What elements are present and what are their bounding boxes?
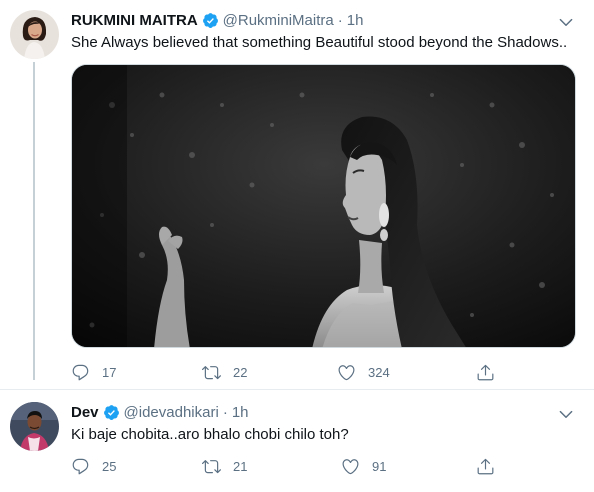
verified-badge-icon: [103, 404, 120, 421]
retweet-count: 21: [233, 458, 248, 474]
tweet-photo[interactable]: [71, 64, 576, 348]
more-options-icon[interactable]: [556, 12, 576, 32]
author-name[interactable]: Dev: [71, 404, 99, 421]
like-count: 91: [372, 458, 387, 474]
more-options-icon[interactable]: [556, 404, 576, 424]
share-button[interactable]: [476, 361, 495, 383]
share-icon: [477, 364, 494, 380]
retweet-button[interactable]: 21: [202, 455, 247, 477]
heart-icon: [338, 364, 355, 380]
reply-icon: [72, 458, 89, 474]
tweet-dev[interactable]: Dev @idevadhikari · 1h Ki baje chobita..…: [0, 390, 594, 492]
author-handle[interactable]: @idevadhikari: [124, 404, 219, 421]
separator-dot: ·: [337, 11, 343, 29]
retweet-icon: [202, 365, 221, 379]
reply-button[interactable]: 25: [71, 455, 116, 477]
tweet-actions: 25 21 91: [71, 455, 511, 477]
share-icon: [477, 458, 494, 474]
tweet-header: Dev @idevadhikari · 1h: [71, 402, 249, 422]
reply-count: 25: [102, 458, 117, 474]
reply-button[interactable]: 17: [71, 361, 116, 383]
like-button[interactable]: 91: [341, 455, 386, 477]
tweet-rukmini[interactable]: RUKMINI MAITRA @RukminiMaitra · 1h She A…: [0, 0, 594, 390]
tweet-text: Ki baje chobita..aro bhalo chobi chilo t…: [71, 426, 349, 443]
reply-icon: [72, 364, 89, 380]
heart-icon: [342, 458, 359, 474]
share-button[interactable]: [476, 455, 495, 477]
like-button[interactable]: 324: [337, 361, 390, 383]
tweet-actions: 17 22 324: [71, 361, 511, 383]
retweet-count: 22: [233, 364, 248, 380]
like-count: 324: [368, 364, 390, 380]
author-name[interactable]: RUKMINI MAITRA: [71, 12, 198, 29]
retweet-button[interactable]: 22: [202, 361, 247, 383]
retweet-icon: [202, 459, 221, 473]
author-handle[interactable]: @RukminiMaitra: [223, 12, 334, 29]
tweet-text: She Always believed that something Beaut…: [71, 34, 568, 51]
separator-dot: ·: [222, 403, 228, 421]
tweet-time[interactable]: 1h: [232, 404, 249, 421]
tweet-header: RUKMINI MAITRA @RukminiMaitra · 1h: [71, 10, 363, 30]
tweet-time[interactable]: 1h: [347, 12, 364, 29]
reply-count: 17: [102, 364, 117, 380]
avatar[interactable]: [10, 402, 59, 451]
avatar[interactable]: [10, 10, 59, 59]
verified-badge-icon: [202, 12, 219, 29]
thread-line: [33, 62, 35, 380]
